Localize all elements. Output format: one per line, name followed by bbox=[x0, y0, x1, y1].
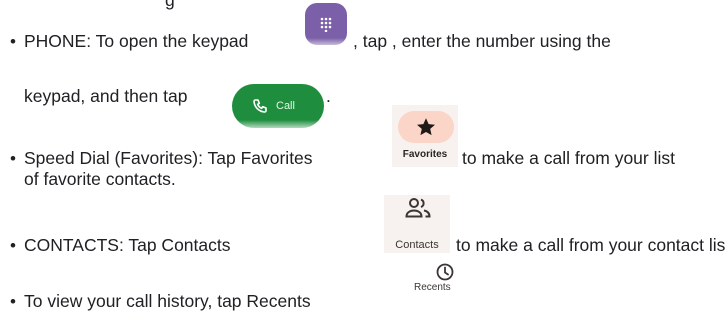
favorites-chip: Favorites bbox=[392, 105, 458, 167]
contacts-chip: Contacts bbox=[384, 195, 450, 253]
speed-dial-text-line1b: to make a call from your list bbox=[462, 148, 675, 168]
phone-text-line1b: , tap , enter the number using the bbox=[353, 31, 611, 51]
favorites-label: Favorites bbox=[402, 149, 448, 160]
phone-text-period: . bbox=[326, 86, 331, 106]
bullet-contacts: • bbox=[10, 236, 16, 255]
phone-icon bbox=[253, 99, 267, 113]
people-icon bbox=[405, 198, 431, 218]
favorites-pill bbox=[398, 111, 454, 143]
speed-dial-text-line2: of favorite contacts. bbox=[24, 169, 176, 189]
star-icon bbox=[417, 118, 435, 136]
dialpad-icon bbox=[320, 17, 332, 32]
bullet-phone: • bbox=[10, 32, 16, 51]
bullet-speed-dial: • bbox=[10, 149, 16, 168]
call-label: Call bbox=[276, 100, 295, 112]
keypad-fade bbox=[296, 38, 356, 50]
phone-text-line1: PHONE: To open the keypad bbox=[24, 31, 249, 51]
contacts-text-line1b: to make a call from your contact list. bbox=[456, 235, 725, 255]
bullet-recents: • bbox=[10, 292, 16, 311]
speed-dial-text-line1: Speed Dial (Favorites): Tap Favorites bbox=[24, 148, 313, 168]
cropped-top-text: g bbox=[165, 0, 175, 10]
contacts-text-line1: CONTACTS: Tap Contacts bbox=[24, 235, 231, 255]
contacts-label: Contacts bbox=[395, 239, 439, 251]
recents-label: Recents bbox=[414, 282, 451, 293]
recents-text-line1: To view your call history, tap Recents bbox=[24, 291, 311, 311]
clock-icon bbox=[436, 263, 454, 281]
phone-text-line2: keypad, and then tap bbox=[24, 86, 188, 106]
call-fade bbox=[226, 120, 330, 132]
